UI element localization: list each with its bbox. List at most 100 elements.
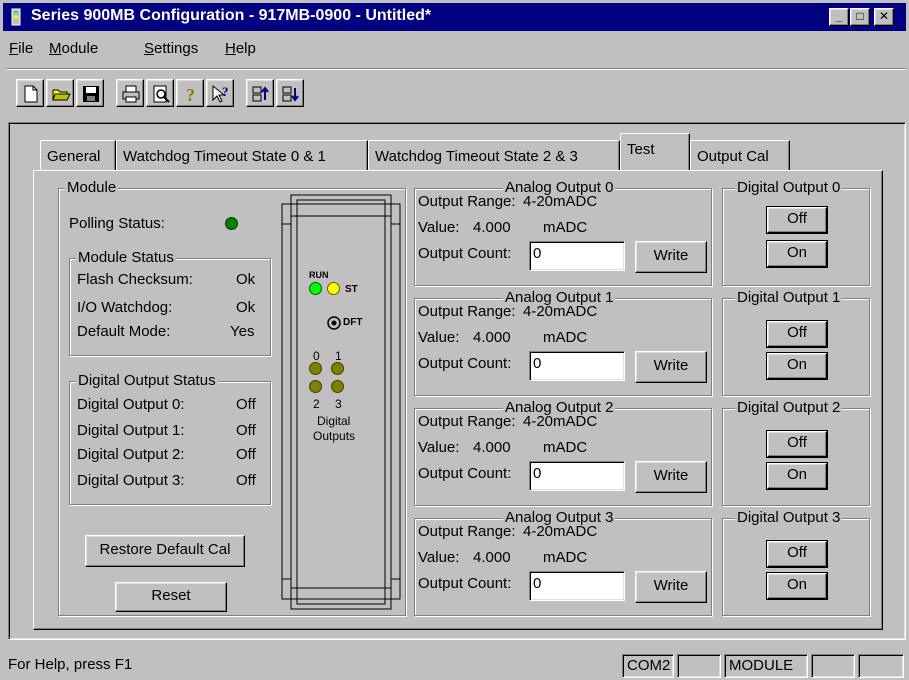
upload-button[interactable] [246, 79, 274, 107]
io-watchdog-label: I/O Watchdog: [77, 299, 173, 316]
svg-text:?: ? [186, 85, 195, 104]
value-label: Value: [418, 329, 460, 346]
maximize-button[interactable]: □ [850, 8, 870, 26]
output-count-input[interactable]: 0 [529, 351, 625, 381]
help-button[interactable]: ? [176, 79, 204, 107]
digital-led-0 [309, 362, 322, 375]
digital-led-3 [331, 380, 344, 393]
analog-output-2-group: Analog Output 2 Output Range: 4-20mADC Valu… [414, 399, 712, 506]
digital-output-2-on-button[interactable]: On [766, 462, 828, 490]
print-preview-button[interactable] [146, 79, 174, 107]
status-empty-1 [677, 654, 721, 678]
polling-status-label: Polling Status: [69, 215, 165, 232]
print-icon [122, 85, 140, 103]
context-help-icon: ? [212, 84, 229, 103]
io-watchdog-value: Ok [236, 299, 256, 316]
close-button[interactable]: ✕ [874, 8, 894, 26]
output-count-input[interactable]: 0 [529, 241, 625, 271]
write-button[interactable]: Write [635, 241, 707, 273]
analog-output-3-group: Analog Output 3 Output Range: 4-20mADC Valu… [414, 509, 712, 616]
menu-help[interactable]: Help [225, 40, 256, 57]
open-folder-icon [52, 89, 71, 101]
save-button[interactable] [76, 79, 104, 107]
digital-output-0-on-button[interactable]: On [766, 240, 828, 268]
st-label: ST [345, 284, 358, 295]
digital-outputs-label-line2: Outputs [313, 429, 356, 443]
digital-output-2-status-value: Off [236, 446, 256, 463]
value-unit: mADC [543, 439, 588, 456]
minimize-button[interactable]: _ [829, 8, 849, 26]
value-label: Value: [418, 439, 460, 456]
maximize-icon: □ [856, 9, 864, 23]
digital-output-0-status-value: Off [236, 396, 256, 413]
tab-watchdog-0-1[interactable]: Watchdog Timeout State 0 & 1 [116, 140, 368, 170]
status-empty-2 [811, 654, 855, 678]
upload-icon [252, 86, 269, 102]
output-count-label: Output Count: [418, 245, 512, 262]
output-count-input[interactable]: 0 [529, 571, 625, 601]
digital-output-1-legend: Digital Output 1 [735, 289, 843, 307]
analog-output-0-group: Analog Output 0 Output Range: 4-20mADC Valu… [414, 179, 712, 286]
digital-led-3-number: 3 [335, 397, 342, 411]
svg-text:?: ? [222, 84, 229, 99]
digital-output-0-status-label: Digital Output 0: [77, 396, 185, 413]
open-button[interactable] [46, 79, 74, 107]
reset-button[interactable]: Reset [115, 582, 227, 612]
value-unit: mADC [543, 549, 588, 566]
digital-output-0-group: Digital Output 0 Off On [722, 179, 870, 286]
context-help-button[interactable]: ? [206, 79, 234, 107]
output-range-value: 4-20mADC [523, 193, 598, 210]
digital-output-3-legend: Digital Output 3 [735, 509, 843, 527]
status-bar: For Help, press F1 COM2 MODULE [0, 652, 909, 680]
print-button[interactable] [116, 79, 144, 107]
digital-output-1-group: Digital Output 1 Off On [722, 289, 870, 396]
tab-test[interactable]: Test [620, 133, 690, 170]
flash-checksum-label: Flash Checksum: [77, 271, 193, 288]
output-count-label: Output Count: [418, 355, 512, 372]
value-reading: 4.000 [473, 329, 511, 346]
title-bar[interactable]: Series 900MB Configuration - 917MB-0900 … [3, 3, 906, 31]
menu-module[interactable]: Module [49, 40, 98, 57]
write-button[interactable]: Write [635, 461, 707, 493]
minimize-icon: _ [835, 9, 843, 23]
tab-watchdog-2-3[interactable]: Watchdog Timeout State 2 & 3 [368, 140, 620, 170]
write-button[interactable]: Write [635, 351, 707, 383]
test-tab-panel: Module Polling Status: Module Status Fla… [33, 170, 883, 630]
tab-output-cal[interactable]: Output Cal [690, 140, 790, 170]
output-range-label: Output Range: [418, 303, 516, 320]
dft-switch-icon [327, 316, 341, 330]
digital-output-status-legend: Digital Output Status [76, 372, 218, 390]
digital-output-1-on-button[interactable]: On [766, 352, 828, 380]
digital-output-0-legend: Digital Output 0 [735, 179, 843, 197]
st-led [327, 282, 340, 295]
flash-checksum-value: Ok [236, 271, 256, 288]
tab-general[interactable]: General [40, 140, 116, 170]
default-mode-label: Default Mode: [77, 323, 171, 340]
status-empty-3 [858, 654, 904, 678]
digital-output-1-off-button[interactable]: Off [766, 320, 828, 348]
download-button[interactable] [276, 79, 304, 107]
window-title: Series 900MB Configuration - 917MB-0900 … [31, 7, 432, 24]
write-button[interactable]: Write [635, 571, 707, 603]
restore-default-cal-button[interactable]: Restore Default Cal [85, 535, 245, 567]
analog-output-1-group: Analog Output 1 Output Range: 4-20mADC Valu… [414, 289, 712, 396]
status-help-text: For Help, press F1 [8, 656, 133, 673]
digital-output-3-status-label: Digital Output 3: [77, 472, 185, 489]
output-range-label: Output Range: [418, 523, 516, 540]
digital-output-3-status-value: Off [236, 472, 256, 489]
digital-output-2-legend: Digital Output 2 [735, 399, 843, 417]
print-preview-icon [153, 85, 170, 103]
digital-output-0-off-button[interactable]: Off [766, 206, 828, 234]
menu-settings[interactable]: Settings [144, 40, 198, 57]
status-port: COM2 [622, 654, 674, 678]
status-mode: MODULE [724, 654, 808, 678]
digital-output-2-off-button[interactable]: Off [766, 430, 828, 458]
output-count-input[interactable]: 0 [529, 461, 625, 491]
new-button[interactable] [16, 79, 44, 107]
device-front-panel: RUN ST DFT 0 1 2 3 Digital Outputs [281, 194, 401, 610]
digital-output-3-off-button[interactable]: Off [766, 540, 828, 568]
close-icon: ✕ [878, 9, 890, 23]
menu-file[interactable]: File [9, 40, 33, 57]
value-unit: mADC [543, 219, 588, 236]
digital-output-3-on-button[interactable]: On [766, 572, 828, 600]
